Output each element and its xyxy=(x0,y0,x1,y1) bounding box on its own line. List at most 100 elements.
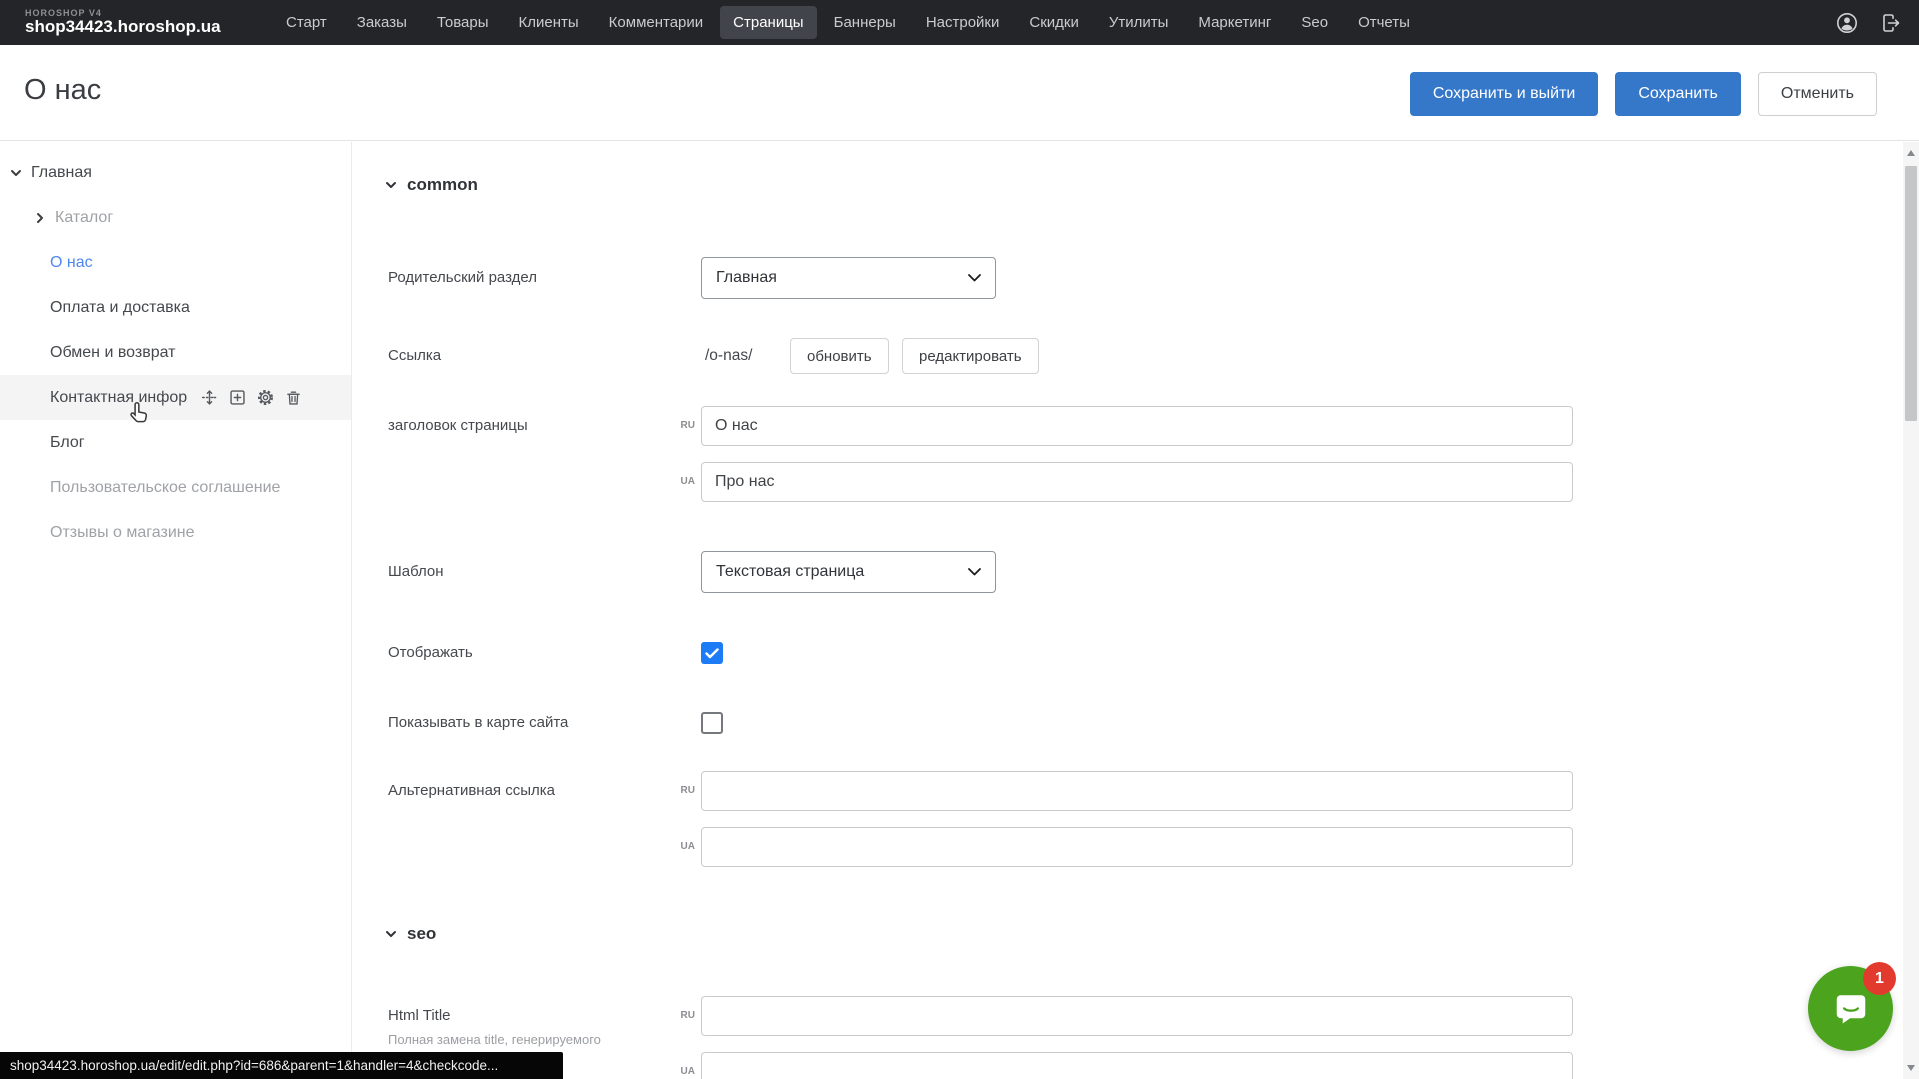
link-update-button[interactable]: обновить xyxy=(790,338,889,374)
template-row: Шаблон Текстовая страница xyxy=(353,551,1903,593)
save-button[interactable]: Сохранить xyxy=(1615,72,1741,116)
settings-gear-icon[interactable] xyxy=(256,388,275,407)
add-page-icon[interactable] xyxy=(228,388,247,407)
tree-item-label: Блог xyxy=(50,434,85,452)
display-row: Отображать xyxy=(353,642,1903,664)
tree-item-label: Главная xyxy=(31,164,92,182)
cancel-button[interactable]: Отменить xyxy=(1758,72,1877,116)
sitemap-row: Показывать в карте сайта xyxy=(353,712,1903,734)
nav-item-marketing[interactable]: Маркетинг xyxy=(1185,6,1284,39)
template-label: Шаблон xyxy=(388,551,444,593)
html-title-label: Html Title xyxy=(388,996,451,1036)
tree-item-katalog[interactable]: Каталог xyxy=(0,195,351,240)
sitemap-label: Показывать в карте сайта xyxy=(388,712,568,734)
tree-item-label: Оплата и доставка xyxy=(50,299,190,317)
tree-item-otzyvy[interactable]: Отзывы о магазине xyxy=(0,510,351,555)
lang-ua-badge: UA xyxy=(663,841,695,852)
tree-item-obmen[interactable]: Обмен и возврат xyxy=(0,330,351,375)
link-edit-button[interactable]: редактировать xyxy=(902,338,1039,374)
tree-item-label: Пользовательское соглашение xyxy=(50,479,280,497)
nav-item-seo[interactable]: Seo xyxy=(1288,6,1341,39)
nav-item-discounts[interactable]: Скидки xyxy=(1016,6,1091,39)
nav-right-icons xyxy=(1835,11,1903,35)
tree-item-label: Обмен и возврат xyxy=(50,344,175,362)
tree-item-o-nas[interactable]: О нас xyxy=(0,240,351,285)
link-row: Ссылка /o-nas/ обновить редактировать xyxy=(353,338,1903,374)
nav-item-reports[interactable]: Отчеты xyxy=(1345,6,1423,39)
nav-item-utilities[interactable]: Утилиты xyxy=(1096,6,1182,39)
checkmark-icon xyxy=(705,648,719,659)
select-chevron-icon xyxy=(968,568,981,576)
page-title-label: заголовок страницы xyxy=(388,406,528,446)
delete-trash-icon[interactable] xyxy=(284,388,303,407)
nav-item-clients[interactable]: Клиенты xyxy=(506,6,592,39)
page-title-ua-input[interactable] xyxy=(701,462,1573,502)
page-title-ru-input[interactable] xyxy=(701,406,1573,446)
nav-item-products[interactable]: Товары xyxy=(424,6,502,39)
chevron-down-icon xyxy=(385,179,397,191)
chevron-down-icon xyxy=(385,928,397,940)
save-and-exit-button[interactable]: Сохранить и выйти xyxy=(1410,72,1599,116)
vertical-scrollbar[interactable] xyxy=(1903,142,1919,1079)
chat-icon xyxy=(1828,986,1874,1032)
html-title-ua-input[interactable] xyxy=(701,1052,1573,1079)
nav-menu: Старт Заказы Товары Клиенты Комментарии … xyxy=(273,6,1423,39)
template-select[interactable]: Текстовая страница xyxy=(701,551,996,593)
section-title: seo xyxy=(407,924,436,944)
nav-item-pages[interactable]: Страницы xyxy=(720,6,816,39)
logo[interactable]: HOROSHOP V4 shop34423.horoshop.ua xyxy=(25,9,273,36)
section-common-header[interactable]: common xyxy=(385,175,478,195)
tree-item-glavnaya[interactable]: Главная xyxy=(0,150,351,195)
scrollbar-thumb[interactable] xyxy=(1905,166,1917,421)
html-title-row: Html Title Полная замена title, генериру… xyxy=(353,996,1903,1079)
lang-ua-badge: UA xyxy=(663,476,695,487)
html-title-ru-input[interactable] xyxy=(701,996,1573,1036)
scroll-down-icon[interactable] xyxy=(1907,1065,1915,1071)
tree-item-oplata[interactable]: Оплата и доставка xyxy=(0,285,351,330)
link-label: Ссылка xyxy=(388,338,441,374)
nav-item-start[interactable]: Старт xyxy=(273,6,340,39)
account-icon[interactable] xyxy=(1835,11,1859,35)
logout-icon[interactable] xyxy=(1879,11,1903,35)
drag-move-icon[interactable] xyxy=(200,388,219,407)
tree-item-label: Каталог xyxy=(55,209,113,227)
browser-status-bar: shop34423.horoshop.ua/edit/edit.php?id=6… xyxy=(0,1052,563,1079)
select-chevron-icon xyxy=(968,274,981,282)
nav-item-settings[interactable]: Настройки xyxy=(913,6,1013,39)
tree-item-label: Контактная инфор xyxy=(50,389,187,407)
page-title-row: заголовок страницы RU UA xyxy=(353,406,1903,502)
parent-section-row: Родительский раздел Главная xyxy=(353,257,1903,299)
link-path: /o-nas/ xyxy=(705,338,752,374)
chevron-right-icon[interactable] xyxy=(34,212,46,224)
lang-ru-badge: RU xyxy=(663,785,695,796)
section-seo-header[interactable]: seo xyxy=(385,924,436,944)
tree-item-blog[interactable]: Блог xyxy=(0,420,351,465)
alt-link-label: Альтернативная ссылка xyxy=(388,771,555,811)
sitemap-checkbox[interactable] xyxy=(701,712,723,734)
display-checkbox[interactable] xyxy=(701,642,723,664)
status-url: shop34423.horoshop.ua/edit/edit.php?id=6… xyxy=(10,1058,498,1073)
section-title: common xyxy=(407,175,478,195)
nav-item-comments[interactable]: Комментарии xyxy=(596,6,716,39)
display-label: Отображать xyxy=(388,642,473,664)
nav-item-orders[interactable]: Заказы xyxy=(344,6,420,39)
header-buttons: Сохранить и выйти Сохранить Отменить xyxy=(1410,72,1877,116)
chat-widget-button[interactable]: 1 xyxy=(1808,966,1893,1051)
parent-section-label: Родительский раздел xyxy=(388,257,537,299)
tree-item-kontaktnaya[interactable]: Контактная инфор xyxy=(0,375,351,420)
tree-item-soglashenie[interactable]: Пользовательское соглашение xyxy=(0,465,351,510)
alt-link-ua-input[interactable] xyxy=(701,827,1573,867)
pages-tree-sidebar: Главная Каталог О нас Оплата и доставка … xyxy=(0,142,352,1079)
logo-shop-name: shop34423.horoshop.ua xyxy=(25,18,273,36)
parent-section-select[interactable]: Главная xyxy=(701,257,996,299)
alt-link-ru-input[interactable] xyxy=(701,771,1573,811)
lang-ru-badge: RU xyxy=(663,1010,695,1021)
nav-item-banners[interactable]: Баннеры xyxy=(821,6,909,39)
scroll-up-icon[interactable] xyxy=(1907,150,1915,156)
tree-item-label: Отзывы о магазине xyxy=(50,524,195,542)
page-header: О нас Сохранить и выйти Сохранить Отмени… xyxy=(0,45,1919,141)
page-edit-form: common Родительский раздел Главная Ссылк… xyxy=(353,142,1903,1079)
tree-item-label: О нас xyxy=(50,254,93,272)
chevron-down-icon[interactable] xyxy=(10,167,22,179)
page-title: О нас xyxy=(24,74,101,107)
